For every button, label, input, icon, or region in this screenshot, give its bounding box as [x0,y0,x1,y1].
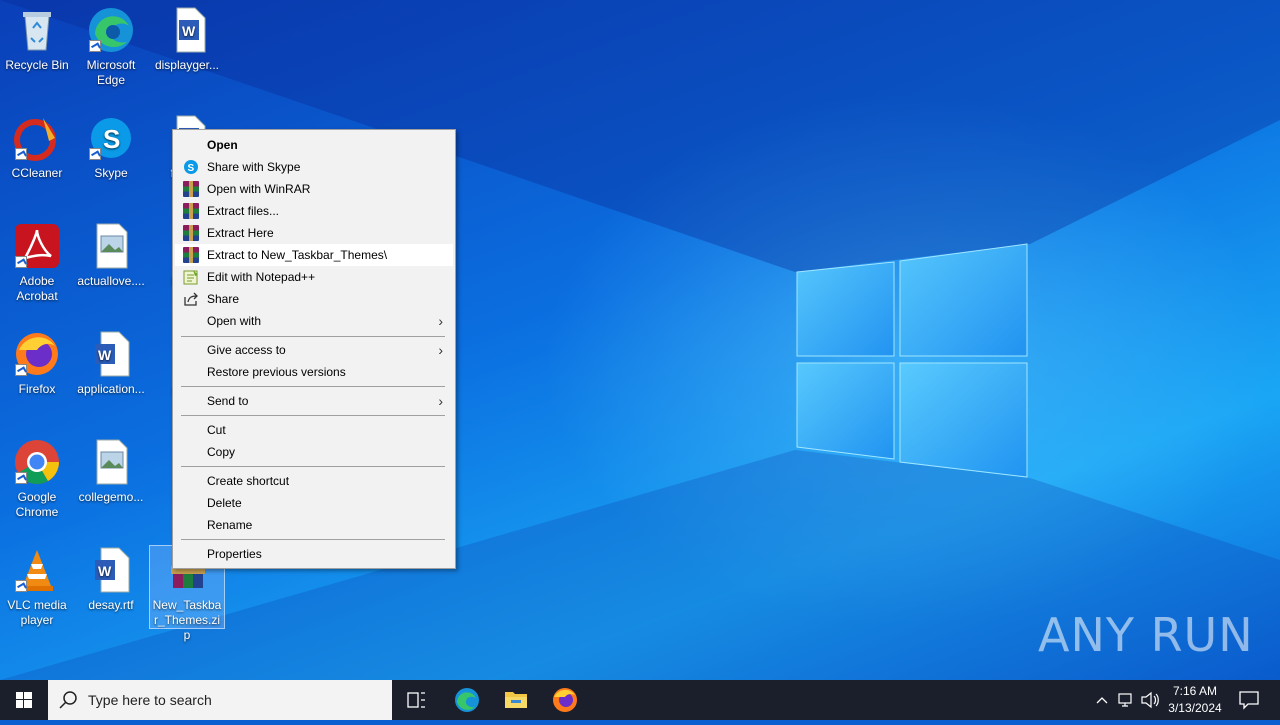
menu-item-edit-with-notepad[interactable]: Edit with Notepad++ [175,266,453,288]
menu-item-cut[interactable]: Cut [175,419,453,441]
desktop-icon-firefox[interactable]: Firefox [0,330,74,397]
speaker-icon [1141,691,1159,709]
taskbar-search-box[interactable]: Type here to search [48,680,392,720]
action-center-button[interactable] [1232,680,1268,720]
word-document-icon: W [87,330,135,378]
vlc-icon [13,546,61,594]
desktop-icon-vlc[interactable]: VLC media player [0,546,74,628]
menu-item-rename[interactable]: Rename [175,514,453,536]
clock-date: 3/13/2024 [1168,701,1222,715]
menu-item-extract-here[interactable]: Extract Here [175,222,453,244]
menu-item-give-access-to[interactable]: Give access to › [175,339,453,361]
task-view-button[interactable] [392,680,440,720]
ccleaner-icon [13,114,61,162]
menu-item-delete[interactable]: Delete [175,492,453,514]
notification-icon [1239,691,1259,710]
menu-item-send-to[interactable]: Send to › [175,390,453,412]
taskbar-clock[interactable]: 7:16 AM 3/13/2024 [1160,683,1230,717]
menu-separator [181,336,445,337]
desktop-icon-microsoft-edge[interactable]: Microsoft Edge [74,6,148,88]
desktop-icon-recycle-bin[interactable]: Recycle Bin [0,6,74,73]
skype-icon: S [87,114,135,162]
menu-item-share[interactable]: Share [175,288,453,310]
menu-separator [181,415,445,416]
svg-text:S: S [103,124,120,154]
desktop-icon-collegemo[interactable]: collegemo... [74,438,148,505]
menu-item-share-with-skype[interactable]: S Share with Skype [175,156,453,178]
chevron-right-icon: › [438,393,443,409]
search-icon [59,691,77,709]
recycle-bin-icon [13,6,61,54]
desktop-icon-actuallove[interactable]: actuallove.... [74,222,148,289]
chrome-icon [13,438,61,486]
menu-separator [181,466,445,467]
desktop-icon-adobe-acrobat[interactable]: Adobe Acrobat [0,222,74,304]
taskbar-file-explorer-button[interactable] [492,680,540,720]
menu-item-extract-files[interactable]: Extract files... [175,200,453,222]
desktop-icon-ccleaner[interactable]: CCleaner [0,114,74,181]
chevron-up-icon [1096,697,1108,704]
network-button[interactable] [1114,680,1138,720]
show-hidden-icons-button[interactable] [1090,680,1114,720]
menu-item-properties[interactable]: Properties [175,543,453,565]
menu-item-extract-to-folder[interactable]: Extract to New_Taskbar_Themes\ [175,244,453,266]
svg-text:W: W [98,563,112,579]
menu-item-open[interactable]: Open [175,134,453,156]
windows-icon [16,692,32,708]
anyrun-watermark: ANY RUN [1038,608,1254,662]
menu-item-restore-previous-versions[interactable]: Restore previous versions [175,361,453,383]
folder-icon [505,692,527,708]
context-menu: Open S Share with Skype Open with WinRAR… [172,129,456,569]
desktop-icon-skype[interactable]: S Skype [74,114,148,181]
skype-icon: S [183,159,199,175]
firefox-icon [553,688,577,712]
taskbar-edge-button[interactable] [443,680,491,720]
task-view-icon [407,692,425,708]
svg-text:W: W [182,23,196,39]
menu-separator [181,386,445,387]
volume-button[interactable] [1138,680,1162,720]
network-icon [1118,693,1132,707]
menu-item-open-with[interactable]: Open with › [175,310,453,332]
taskbar-firefox-button[interactable] [541,680,589,720]
firefox-icon [13,330,61,378]
desktop-icon-desay-rtf[interactable]: W desay.rtf [74,546,148,613]
word-document-icon: W [87,546,135,594]
start-button[interactable] [0,680,48,720]
svg-text:S: S [188,163,195,174]
image-file-icon [87,438,135,486]
word-document-icon: W [163,6,211,54]
menu-item-copy[interactable]: Copy [175,441,453,463]
share-icon [183,291,199,307]
acrobat-icon [13,222,61,270]
chevron-right-icon: › [438,313,443,329]
edge-icon [455,688,479,712]
winrar-icon [183,247,199,263]
desktop-icon-google-chrome[interactable]: Google Chrome [0,438,74,520]
winrar-icon [183,225,199,241]
edge-icon [87,6,135,54]
menu-separator [181,539,445,540]
desktop-icon-application[interactable]: W application... [74,330,148,397]
winrar-icon [183,181,199,197]
svg-text:W: W [98,347,112,363]
menu-item-create-shortcut[interactable]: Create shortcut [175,470,453,492]
chevron-right-icon: › [438,342,443,358]
image-file-icon [87,222,135,270]
desktop-icon-displayger[interactable]: W displayger... [150,6,224,73]
clock-time: 7:16 AM [1172,684,1218,698]
notepad-plus-plus-icon [183,269,199,285]
taskbar: Type here to search 7:16 AM 3/13/2024 [0,680,1280,720]
winrar-icon [183,203,199,219]
menu-item-open-with-winrar[interactable]: Open with WinRAR [175,178,453,200]
